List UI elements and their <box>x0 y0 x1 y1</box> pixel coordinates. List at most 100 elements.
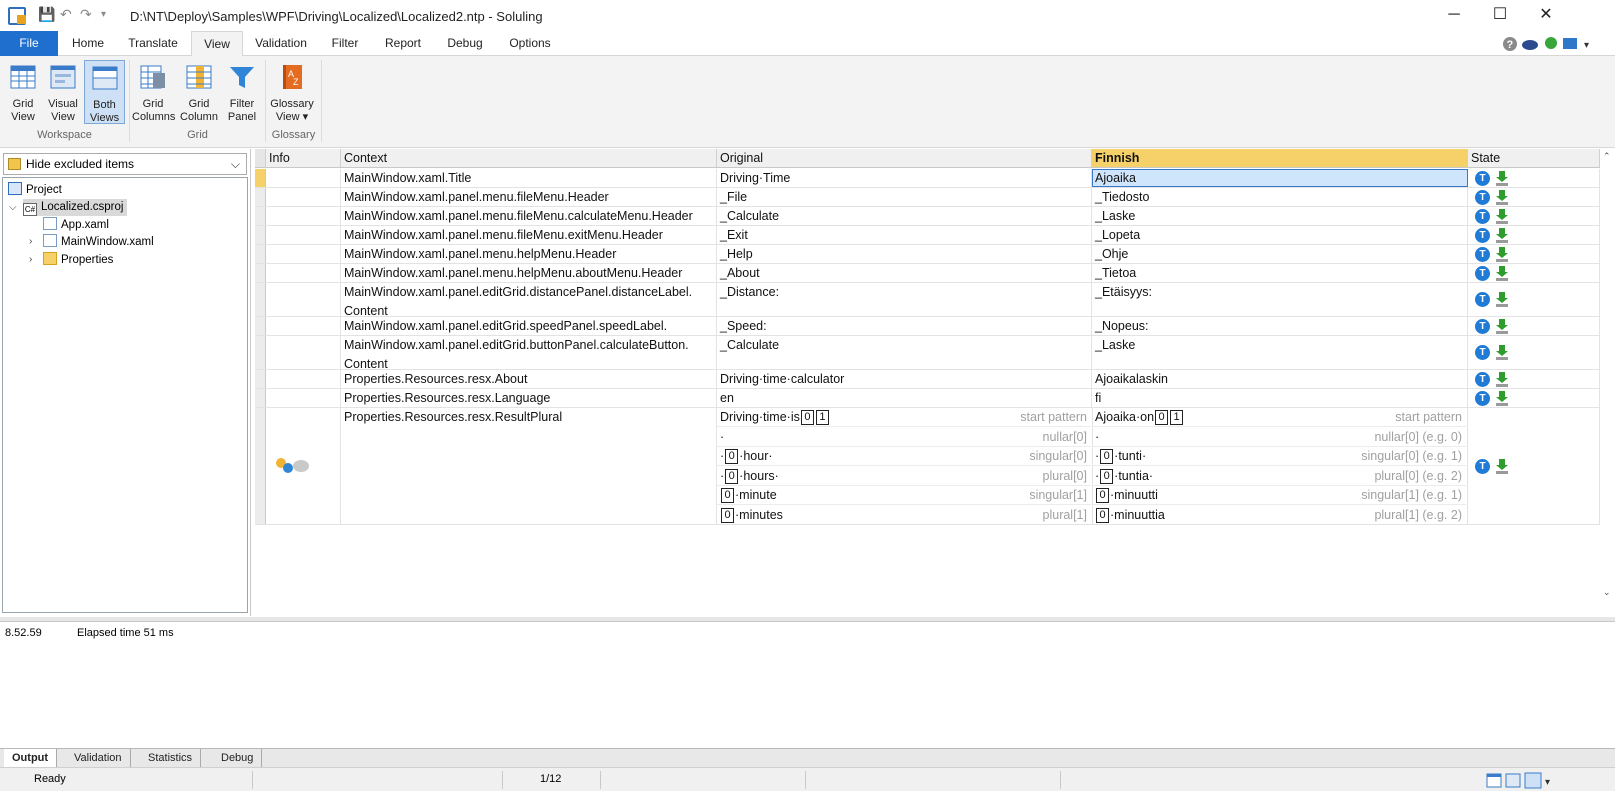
both-views-button[interactable]: Both Views <box>84 60 125 124</box>
row-header[interactable] <box>255 169 266 187</box>
row-header[interactable] <box>255 226 266 244</box>
table-row-plural[interactable]: Properties.Resources.resx.ResultPlural Dr… <box>255 408 1600 525</box>
row-header[interactable] <box>255 370 266 388</box>
table-row[interactable]: MainWindow.xaml.panel.menu.helpMenu.abou… <box>255 264 1600 283</box>
download-icon[interactable] <box>1496 371 1508 387</box>
download-icon[interactable] <box>1496 189 1508 205</box>
state-translated-icon[interactable]: T <box>1475 292 1490 307</box>
tab-debug-output[interactable]: Debug <box>213 749 263 767</box>
download-icon[interactable] <box>1496 246 1508 262</box>
tab-translate[interactable]: Translate <box>118 31 188 56</box>
table-row[interactable]: MainWindow.xaml.panel.menu.fileMenu.calc… <box>255 207 1600 226</box>
tab-statistics[interactable]: Statistics <box>140 749 202 767</box>
row-header[interactable] <box>255 336 266 369</box>
row-header[interactable] <box>255 389 266 407</box>
grid-vertical-scrollbar[interactable]: ⌃ ⌄ <box>1600 149 1615 616</box>
table-row[interactable]: MainWindow.xaml.panel.editGrid.distanceP… <box>255 283 1600 317</box>
row-header[interactable] <box>255 264 266 282</box>
tree-node-project[interactable]: Project <box>8 182 62 199</box>
finnish-cell[interactable]: _Lopeta <box>1092 226 1468 244</box>
table-row[interactable]: MainWindow.xaml.panel.menu.fileMenu.exit… <box>255 226 1600 245</box>
state-translated-icon[interactable]: T <box>1475 390 1490 406</box>
state-translated-icon[interactable]: T <box>1475 318 1490 334</box>
finnish-cell[interactable]: Ajoaika·on 0 1 start pattern · nullar[0] (e.g… <box>1092 408 1468 524</box>
maximize-button[interactable]: ☐ <box>1477 0 1523 31</box>
tab-home[interactable]: Home <box>60 31 116 56</box>
exclusion-filter-select[interactable]: Hide excluded items ⌵ <box>3 153 247 175</box>
tab-validation[interactable]: Validation <box>247 31 315 56</box>
column-header-state[interactable]: State <box>1468 149 1600 168</box>
expand-arrow-icon[interactable]: › <box>29 254 32 265</box>
tab-options[interactable]: Options <box>499 31 561 56</box>
state-translated-icon[interactable]: T <box>1475 208 1490 224</box>
finnish-cell[interactable]: _Tietoa <box>1092 264 1468 282</box>
download-icon[interactable] <box>1496 390 1508 406</box>
download-icon[interactable] <box>1496 170 1508 186</box>
finnish-cell[interactable]: _Ohje <box>1092 245 1468 263</box>
visual-view-button[interactable]: Visual View <box>44 60 82 124</box>
finnish-cell[interactable]: _Nopeus: <box>1092 317 1468 335</box>
state-translated-icon[interactable]: T <box>1475 170 1490 186</box>
grid-columns-button[interactable]: Grid Columns <box>132 60 175 124</box>
tree-node-mainwindow-xaml[interactable]: MainWindow.xaml <box>43 234 154 251</box>
undo-icon[interactable]: ↶ <box>60 6 72 23</box>
table-row[interactable]: MainWindow.xaml.Title Driving·Time Ajoaika… <box>255 169 1600 188</box>
download-icon[interactable] <box>1496 318 1508 334</box>
tab-view[interactable]: View <box>191 31 243 57</box>
row-header[interactable] <box>255 283 266 316</box>
state-translated-icon[interactable]: T <box>1475 189 1490 205</box>
column-header-original[interactable]: Original <box>717 149 1092 168</box>
finnish-cell[interactable]: _Laske <box>1092 207 1468 225</box>
row-header[interactable] <box>255 317 266 335</box>
tab-output[interactable]: Output <box>4 749 58 767</box>
table-row[interactable]: Properties.Resources.resx.About Driving·t… <box>255 370 1600 389</box>
column-header-info[interactable]: Info <box>266 149 341 168</box>
table-row[interactable]: Properties.Resources.resx.Language en fi T <box>255 389 1600 408</box>
view-switch-icons[interactable]: ▾ <box>1486 772 1556 789</box>
quick-access-dropdown-icon[interactable]: ▾ <box>101 9 106 20</box>
tree-node-app-xaml[interactable]: App.xaml <box>43 217 109 234</box>
finnish-cell[interactable]: Ajoaikalaskin <box>1092 370 1468 388</box>
table-row[interactable]: MainWindow.xaml.panel.menu.fileMenu.Head… <box>255 188 1600 207</box>
state-translated-icon[interactable]: T <box>1475 458 1490 474</box>
grid-view-button[interactable]: Grid View <box>4 60 42 124</box>
tree-node-csproj[interactable]: C# Localized.csproj <box>23 199 128 216</box>
download-icon[interactable] <box>1496 208 1508 224</box>
column-header-context[interactable]: Context <box>341 149 717 168</box>
table-row[interactable]: MainWindow.xaml.panel.editGrid.speedPane… <box>255 317 1600 336</box>
soluling-app-icon[interactable] <box>8 7 26 25</box>
finnish-cell[interactable]: _Tiedosto <box>1092 188 1468 206</box>
state-translated-icon[interactable]: T <box>1475 371 1490 387</box>
redo-icon[interactable]: ↷ <box>80 6 92 23</box>
comments-icon[interactable] <box>275 456 311 476</box>
minimize-button[interactable]: ─ <box>1431 0 1477 31</box>
filter-panel-button[interactable]: Filter Panel <box>222 60 262 124</box>
save-icon[interactable]: 💾 <box>38 6 55 23</box>
tab-validation-output[interactable]: Validation <box>66 749 131 767</box>
tab-file[interactable]: File <box>0 31 58 56</box>
state-translated-icon[interactable]: T <box>1475 265 1490 281</box>
row-header[interactable] <box>255 207 266 225</box>
collapse-arrow-icon[interactable]: ⌵ <box>9 202 17 213</box>
row-header[interactable] <box>255 245 266 263</box>
column-header-finnish[interactable]: Finnish <box>1092 149 1468 168</box>
finnish-cell[interactable]: _Laske <box>1092 336 1468 369</box>
tab-report[interactable]: Report <box>375 31 431 56</box>
row-header[interactable] <box>255 408 266 524</box>
state-translated-icon[interactable]: T <box>1475 246 1490 262</box>
close-button[interactable]: ✕ <box>1523 0 1569 31</box>
tab-debug[interactable]: Debug <box>438 31 492 56</box>
download-icon[interactable] <box>1496 345 1508 360</box>
finnish-cell[interactable]: fi <box>1092 389 1468 407</box>
download-icon[interactable] <box>1496 458 1508 474</box>
glossary-view-button[interactable]: AZ Glossary View ▾ <box>268 60 316 124</box>
finnish-cell[interactable]: Ajoaika <box>1092 169 1468 187</box>
download-icon[interactable] <box>1496 265 1508 281</box>
grid-column-button[interactable]: Grid Column <box>178 60 220 124</box>
state-translated-icon[interactable]: T <box>1475 345 1490 360</box>
download-icon[interactable] <box>1496 292 1508 307</box>
table-row[interactable]: MainWindow.xaml.panel.editGrid.buttonPan… <box>255 336 1600 370</box>
tree-node-properties[interactable]: Properties <box>43 252 113 269</box>
tab-filter[interactable]: Filter <box>322 31 368 56</box>
finnish-cell[interactable]: _Etäisyys: <box>1092 283 1468 316</box>
